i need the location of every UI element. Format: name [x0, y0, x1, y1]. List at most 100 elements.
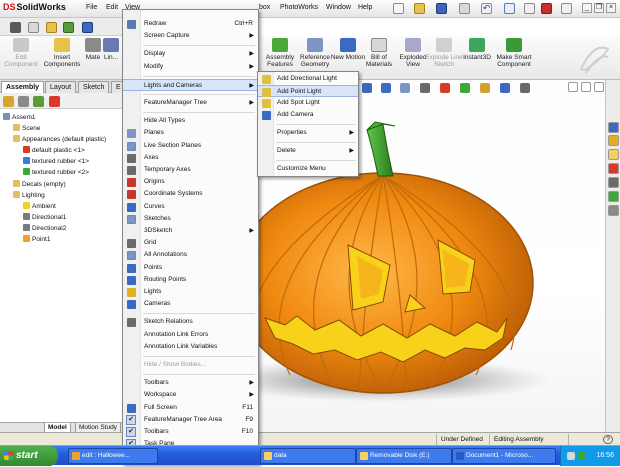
menu-help[interactable]: Help [358, 4, 372, 11]
menu-item-curves[interactable]: Curves [123, 201, 258, 213]
menu-item-annotation-link-variables[interactable]: Annotation Link Variables [123, 341, 258, 353]
new-file-icon[interactable] [393, 3, 404, 14]
minimize-button[interactable]: _ [582, 3, 592, 13]
title-bar: DSSolidWorks File Edit View box PhotoWor… [0, 0, 620, 18]
menu-file[interactable]: File [86, 4, 97, 11]
menu-item-customize-menu[interactable]: Customize Menu [258, 163, 358, 175]
menu-item-annotation-link-errors[interactable]: Annotation Link Errors [123, 329, 258, 341]
menu-item-properties[interactable]: Properties ▶ [258, 127, 358, 139]
search-icon[interactable] [608, 163, 619, 174]
start-button[interactable]: start [0, 446, 58, 466]
tree-item[interactable]: Scene [13, 124, 40, 134]
menu-item-routing-points[interactable]: Routing Points [123, 274, 258, 286]
menu-item-toolbars[interactable]: Toolbars ▶ [123, 377, 258, 389]
menu-item-hide-all-types[interactable]: Hide All Types [123, 115, 258, 127]
propertymanager-icon[interactable] [18, 96, 29, 107]
menu-item-modify[interactable]: Modify ▶ [123, 61, 258, 73]
tree-item[interactable]: Directional2 [23, 224, 66, 234]
menu-item-lights-and-cameras[interactable]: Lights and Cameras ▶ [123, 78, 258, 91]
taskbar-item-document1[interactable]: Document1 - Microso... [452, 448, 556, 464]
instant3d-button[interactable]: Instant3D [456, 38, 498, 61]
menu-item-add-spot-light[interactable]: Add Spot Light [258, 97, 358, 109]
measure-icon[interactable] [82, 22, 93, 33]
display-manager-icon[interactable] [49, 96, 60, 107]
menu-item-redraw[interactable]: Redraw Ctrl+R [123, 18, 258, 30]
usb-icon[interactable] [578, 452, 586, 460]
menu-item-delete[interactable]: Delete ▶ [258, 145, 358, 157]
tree-item[interactable]: Ambient [23, 202, 56, 212]
menu-item-coordinate-systems[interactable]: Coordinate Systems [123, 188, 258, 200]
tree-item[interactable]: Decals (empty) [13, 180, 66, 190]
open-folder-icon[interactable] [414, 3, 425, 14]
menu-window[interactable]: Window [326, 4, 351, 11]
tree-item[interactable]: Directional1 [23, 213, 66, 223]
menu-item-add-point-light[interactable]: Add Point Light [258, 85, 358, 97]
appearance-icon[interactable] [63, 22, 74, 33]
options-icon[interactable] [561, 3, 572, 14]
save-icon[interactable] [436, 3, 447, 14]
resources-icon[interactable] [608, 122, 619, 133]
menu-item-axes[interactable]: Axes [123, 152, 258, 164]
tree-item[interactable]: textured rubber <1> [23, 157, 89, 167]
file-props-icon[interactable] [46, 22, 57, 33]
select-icon[interactable] [504, 3, 515, 14]
custom-props-icon[interactable] [608, 205, 619, 216]
menu-photoworks[interactable]: PhotoWorks [280, 4, 318, 11]
make-smart-component-button[interactable]: Make Smart Component [493, 38, 535, 68]
design-library-icon[interactable] [608, 135, 619, 146]
tree-item[interactable]: Appearances (default plastic) [13, 135, 106, 145]
camera-tool-icon[interactable] [10, 22, 21, 33]
tab-layout[interactable]: Layout [45, 81, 77, 93]
tree-item[interactable]: Point1 [23, 235, 50, 245]
featuremanager-icon[interactable] [3, 96, 14, 107]
linear-pattern-button[interactable]: Lin... [100, 38, 122, 61]
taskbar-item-removable-disk[interactable]: Removable Disk (E:) [356, 448, 452, 464]
menu-item-add-camera[interactable]: Add Camera [258, 109, 358, 121]
menu-edit[interactable]: Edit [106, 4, 118, 11]
help-icon[interactable]: ? [603, 435, 613, 444]
menu-item-screen-capture[interactable]: Screen Capture ▶ [123, 30, 258, 42]
menu-item-display[interactable]: Display ▶ [123, 48, 258, 60]
menu-toolbox[interactable]: box [259, 4, 270, 11]
menu-item-origins[interactable]: Origins [123, 176, 258, 188]
undo-icon[interactable]: ↶ [481, 3, 492, 14]
menu-item-all-annotations[interactable]: All Annotations [123, 249, 258, 261]
menu-item-live-section-planes[interactable]: Live Section Planes [123, 140, 258, 152]
print-icon[interactable] [459, 3, 470, 14]
taskbar-item-edit[interactable]: edit : Hallowee... [68, 448, 158, 464]
tree-item[interactable]: textured rubber <2> [23, 168, 89, 178]
configmanager-icon[interactable] [33, 96, 44, 107]
menu-item-planes[interactable]: Planes [123, 127, 258, 139]
taskbar-item-data[interactable]: data [260, 448, 356, 464]
edit-component-button[interactable]: Edit Component [0, 38, 42, 68]
menu-item-featuremanager-tree[interactable]: FeatureManager Tree ▶ [123, 97, 258, 109]
menu-item-3dsketch[interactable]: 3DSketch ▶ [123, 225, 258, 237]
file-explorer-icon[interactable] [608, 149, 619, 160]
tree-item[interactable]: Lighting [13, 191, 45, 201]
menu-item-temporary-axes[interactable]: Temporary Axes [123, 164, 258, 176]
traffic-light-icon[interactable] [541, 3, 552, 14]
menu-item-lights[interactable]: Lights [123, 286, 258, 298]
menu-item-toolbars[interactable]: ✔ Toolbars F10 [123, 426, 258, 438]
menu-item-sketch-relations[interactable]: Sketch Relations [123, 316, 258, 328]
menu-item-featuremanager-tree-area[interactable]: ✔ FeatureManager Tree Area F9 [123, 414, 258, 426]
appearances-scenes-icon[interactable] [608, 191, 619, 202]
tree-item[interactable]: Assem1 [3, 113, 35, 123]
solidworks-logo[interactable]: DSSolidWorks [3, 2, 66, 12]
view-palette-icon[interactable] [608, 177, 619, 188]
toolbar-dropdown-icon[interactable] [28, 22, 39, 33]
menu-item-add-directional-light[interactable]: Add Directional Light [258, 73, 358, 85]
restore-button[interactable]: ❐ [594, 3, 604, 13]
menu-item-cameras[interactable]: Cameras [123, 298, 258, 310]
tab-assembly[interactable]: Assembly [1, 81, 45, 93]
menu-item-sketches[interactable]: Sketches [123, 213, 258, 225]
menu-item-points[interactable]: Points [123, 262, 258, 274]
menu-item-workspace[interactable]: Workspace ▶ [123, 389, 258, 401]
network-icon[interactable] [567, 452, 575, 460]
tree-item[interactable]: default plastic <1> [23, 146, 85, 156]
menu-item-grid[interactable]: Grid [123, 237, 258, 249]
menu-item-full-screen[interactable]: Full Screen F11 [123, 402, 258, 414]
close-button[interactable]: × [606, 3, 616, 13]
tab-sketch[interactable]: Sketch [78, 81, 110, 93]
rebuild-icon[interactable] [524, 3, 535, 14]
